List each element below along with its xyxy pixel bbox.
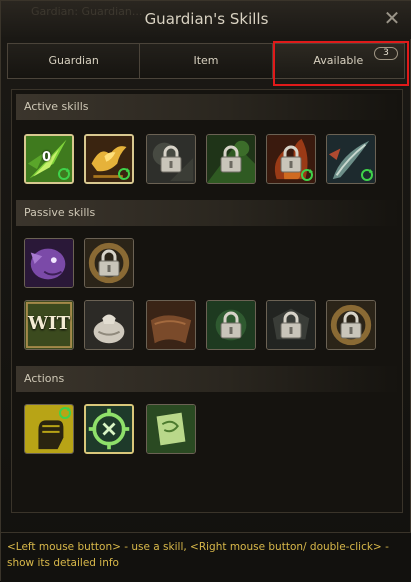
lock-icon <box>98 249 120 277</box>
refresh-icon <box>58 168 70 180</box>
tab-item[interactable]: Item <box>140 44 273 78</box>
active-skill-1[interactable]: 0 <box>24 134 74 184</box>
purple-creature-icon <box>25 239 73 287</box>
refresh-icon <box>118 168 130 180</box>
refresh-icon <box>59 407 71 419</box>
active-skill-6[interactable] <box>326 134 376 184</box>
passive-skill-8[interactable] <box>326 300 376 350</box>
lock-icon <box>160 145 182 173</box>
refresh-icon <box>361 169 373 181</box>
action-2[interactable] <box>84 404 134 454</box>
passive-skill-wit[interactable]: WIT <box>24 300 74 350</box>
active-skill-3[interactable] <box>146 134 196 184</box>
actions-header: Actions <box>16 366 400 392</box>
active-skill-2[interactable] <box>84 134 134 184</box>
action-3[interactable] <box>146 404 196 454</box>
tab-item-label: Item <box>193 54 219 67</box>
tab-guardian-label: Guardian <box>48 54 99 67</box>
action-1[interactable] <box>24 404 74 454</box>
active-skills-header: Active skills <box>16 94 400 120</box>
tab-available-label: Available <box>313 54 364 67</box>
window-title: Guardian's Skills <box>144 10 269 28</box>
lock-icon <box>220 311 242 339</box>
active-skill-4[interactable] <box>206 134 256 184</box>
active-skill-5[interactable] <box>266 134 316 184</box>
passive-skills-label: Passive skills <box>24 206 96 219</box>
scroll-icon <box>147 405 195 453</box>
passive-skills-header: Passive skills <box>16 200 400 226</box>
flour-sack-icon <box>85 301 133 349</box>
passive-skill-7[interactable] <box>266 300 316 350</box>
passive-skill-2[interactable] <box>84 238 134 288</box>
close-button[interactable]: ✕ <box>381 7 403 29</box>
cancel-target-icon <box>86 406 132 452</box>
passive-skill-1[interactable] <box>24 238 74 288</box>
close-icon: ✕ <box>383 6 401 30</box>
refresh-icon <box>301 169 313 181</box>
actions-label: Actions <box>24 372 65 385</box>
passive-skill-4[interactable] <box>84 300 134 350</box>
help-text: <Left mouse button> - use a skill, <Righ… <box>1 532 411 582</box>
lock-icon <box>220 145 242 173</box>
skills-panel: Active skills 0 Passive skills WIT Actio… <box>11 89 403 513</box>
wit-label: WIT <box>27 313 71 334</box>
tab-bar: Guardian Item Available 3 <box>7 43 405 79</box>
skill-count: 0 <box>42 150 52 165</box>
title-bar[interactable]: Gardian: Guardian... Guardian's Skills ✕ <box>1 1 411 39</box>
tab-available[interactable]: Available 3 <box>272 44 404 78</box>
lock-icon <box>280 311 302 339</box>
available-count-badge: 3 <box>373 47 398 60</box>
active-skills-label: Active skills <box>24 100 89 113</box>
skills-window: Gardian: Guardian... Guardian's Skills ✕… <box>0 0 411 582</box>
lock-icon <box>340 311 362 339</box>
brown-cloth-icon <box>147 301 195 349</box>
passive-skill-5[interactable] <box>146 300 196 350</box>
passive-skill-6[interactable] <box>206 300 256 350</box>
tab-guardian[interactable]: Guardian <box>8 44 141 78</box>
